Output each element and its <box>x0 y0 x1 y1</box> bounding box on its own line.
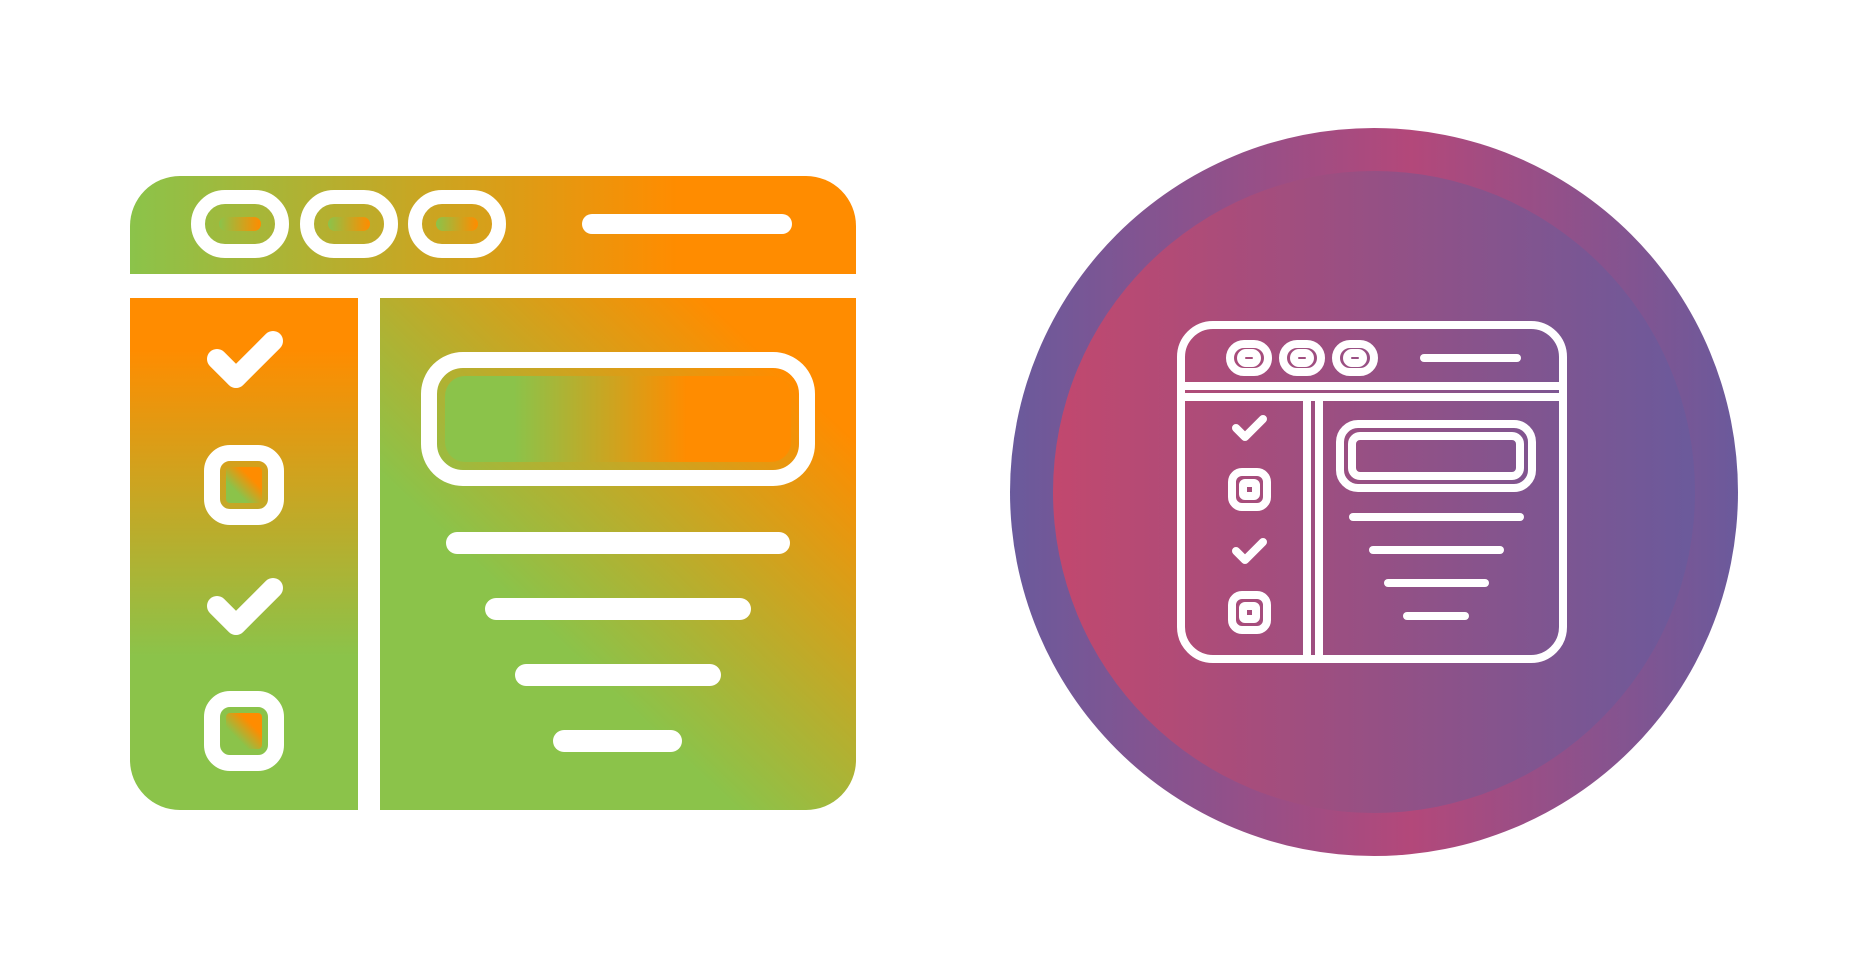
icon-canvas <box>0 0 1854 980</box>
checklist-browser-icon-line <box>1010 128 1738 856</box>
checklist-browser-icon-glyph <box>130 176 856 810</box>
address-bar-line <box>582 214 792 234</box>
